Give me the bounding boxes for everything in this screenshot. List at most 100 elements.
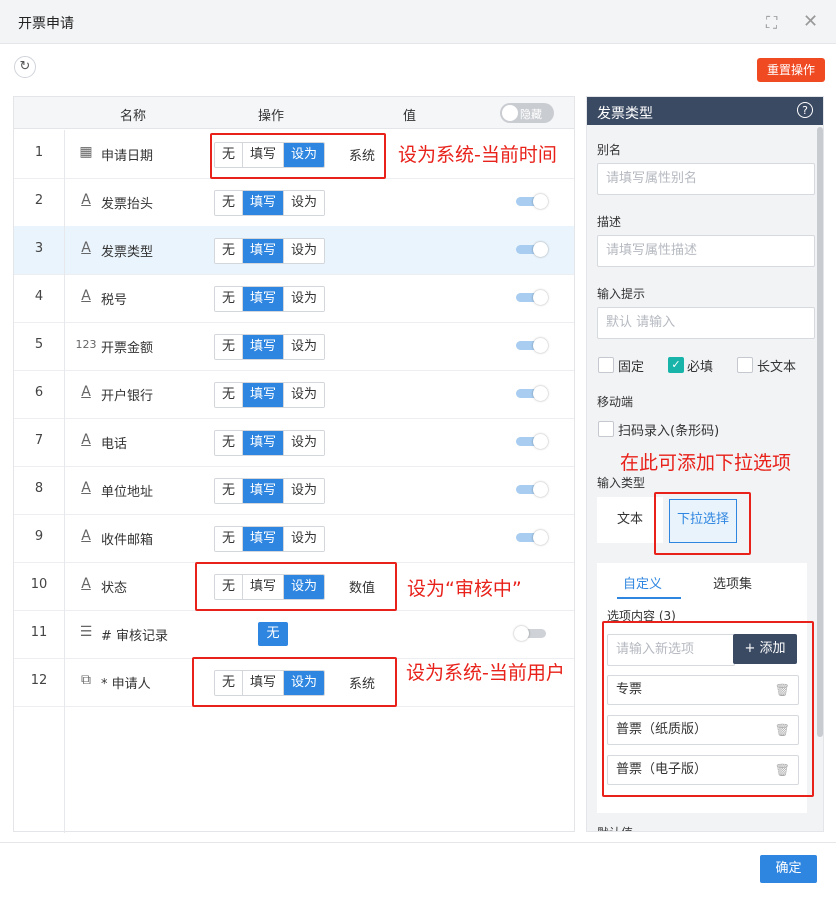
row-number: 5 (34, 337, 44, 352)
footer-divider (0, 842, 836, 843)
action-option[interactable]: 填写 (243, 287, 285, 311)
reset-button[interactable]: 重置操作 (757, 58, 825, 82)
action-option[interactable]: 填写 (243, 335, 285, 359)
action-option[interactable]: 无 (215, 527, 244, 551)
field-table: 名称 操作 值 隐藏 1 ▦ 申请日期无填写 设为 系统 2 A 发票抬头无填写 设为 3 A 发票类… (13, 96, 575, 833)
confirm-button[interactable]: 确定 (760, 855, 817, 883)
action-option[interactable]: 无 (215, 287, 244, 311)
action-segmented-control: 无填写 设为 (214, 238, 326, 264)
action-option[interactable]: 无 (215, 431, 244, 455)
hint-input[interactable]: 默认 请输入 (597, 307, 815, 339)
table-row[interactable]: 3 A 发票类型 无填写 设为 (14, 226, 574, 275)
title-bar: 开票申请 ⛶ ✕ (0, 0, 836, 44)
tab-optionset[interactable]: 选项集 (713, 573, 752, 592)
visibility-toggle[interactable] (516, 386, 548, 401)
action-segmented-control: 无填写 设为 (214, 286, 326, 312)
action-option[interactable]: 填写 (243, 479, 285, 503)
required-checkbox[interactable]: ✓ (668, 357, 684, 373)
desc-input[interactable]: 请填写属性描述 (597, 235, 815, 267)
table-row[interactable]: 2 A 发票抬头 无填写 设为 (14, 178, 574, 227)
header-action: 操作 (258, 109, 285, 124)
fullscreen-icon[interactable]: ⛶ (766, 13, 777, 33)
visibility-toggle[interactable] (516, 242, 548, 257)
visibility-toggle[interactable] (516, 530, 548, 545)
number-field-icon: 123 (75, 338, 97, 351)
scan-checkbox[interactable] (598, 421, 614, 437)
field-name: 发票类型 (101, 245, 154, 260)
field-name: 税号 (101, 293, 128, 308)
mobile-label: 移动端 (597, 395, 634, 409)
window-title: 开票申请 (18, 16, 74, 32)
field-name: 开户银行 (101, 389, 154, 404)
table-row[interactable]: 9 A 收件邮箱 无填写 设为 (14, 514, 574, 563)
refresh-icon[interactable]: ↻ (14, 56, 36, 78)
panel-header: 发票类型 ? (587, 97, 823, 125)
alias-input[interactable]: 请填写属性别名 (597, 163, 815, 195)
text-field-icon: A (81, 384, 91, 400)
annotation-dropdown: 在此可添加下拉选项 (620, 452, 792, 474)
visibility-toggle[interactable] (516, 194, 548, 209)
action-option[interactable]: 填写 (243, 383, 285, 407)
tab-custom[interactable]: 自定义 (623, 573, 662, 592)
table-row[interactable]: 11 ☰ # 审核记录 无 (14, 610, 574, 659)
table-row[interactable]: 8 A 单位地址 无填写 设为 (14, 466, 574, 515)
panel-scrollbar[interactable] (817, 127, 823, 737)
text-field-icon: A (81, 432, 91, 448)
row-number: 10 (30, 577, 48, 592)
action-option[interactable]: 设为 (284, 431, 325, 455)
action-option[interactable]: 设为 (284, 383, 325, 407)
table-header: 名称 操作 值 隐藏 (14, 97, 574, 129)
visibility-toggle[interactable] (516, 290, 548, 305)
action-option[interactable]: 填写 (243, 431, 285, 455)
row-number: 6 (34, 385, 44, 400)
help-icon[interactable]: ? (797, 102, 813, 118)
action-option[interactable]: 设为 (284, 239, 325, 263)
field-name: 收件邮箱 (101, 533, 154, 548)
field-name: * 申请人 (101, 677, 151, 692)
calendar-icon: ▦ (79, 144, 93, 160)
scan-label: 扫码录入(条形码) (618, 424, 720, 439)
hide-toggle[interactable]: 隐藏 (500, 103, 554, 123)
row-number: 3 (34, 241, 44, 256)
action-none-chip[interactable]: 无 (258, 622, 288, 646)
row-number: 8 (34, 481, 44, 496)
action-option[interactable]: 无 (215, 383, 244, 407)
visibility-toggle[interactable] (514, 626, 546, 641)
action-option[interactable]: 设为 (284, 479, 325, 503)
annotation-box-row1 (210, 133, 386, 179)
action-option[interactable]: 填写 (243, 239, 285, 263)
action-option[interactable]: 设为 (284, 191, 325, 215)
action-option[interactable]: 设为 (284, 335, 325, 359)
field-name: 申请日期 (101, 149, 154, 164)
action-option[interactable]: 填写 (243, 191, 285, 215)
action-option[interactable]: 无 (215, 191, 244, 215)
text-field-icon: A (81, 192, 91, 208)
action-option[interactable]: 无 (215, 479, 244, 503)
column-divider (64, 130, 65, 833)
longtext-checkbox[interactable] (737, 357, 753, 373)
list-icon: ☰ (79, 624, 93, 640)
action-segmented-control: 无填写 设为 (214, 190, 326, 216)
action-option[interactable]: 无 (215, 239, 244, 263)
fixed-checkbox[interactable] (598, 357, 614, 373)
action-segmented-control: 无填写 设为 (214, 478, 326, 504)
text-field-icon: A (81, 528, 91, 544)
table-row[interactable]: 5 123 开票金额 无填写 设为 (14, 322, 574, 371)
action-option[interactable]: 设为 (284, 287, 325, 311)
table-row[interactable]: 6 A 开户银行 无填写 设为 (14, 370, 574, 419)
text-field-icon: A (81, 288, 91, 304)
action-option[interactable]: 无 (215, 335, 244, 359)
table-row[interactable]: 4 A 税号 无填写 设为 (14, 274, 574, 323)
table-row[interactable]: 7 A 电话 无填写 设为 (14, 418, 574, 467)
visibility-toggle[interactable] (516, 482, 548, 497)
visibility-toggle[interactable] (516, 338, 548, 353)
annotation-box-row12 (192, 657, 397, 707)
desc-label: 描述 (597, 215, 622, 229)
row-number: 2 (34, 193, 44, 208)
header-name: 名称 (120, 109, 147, 124)
close-icon[interactable]: ✕ (803, 11, 818, 32)
visibility-toggle[interactable] (516, 434, 548, 449)
action-option[interactable]: 设为 (284, 527, 325, 551)
action-option[interactable]: 填写 (243, 527, 285, 551)
annotation-row12: 设为系统-当前用户 (406, 662, 565, 684)
